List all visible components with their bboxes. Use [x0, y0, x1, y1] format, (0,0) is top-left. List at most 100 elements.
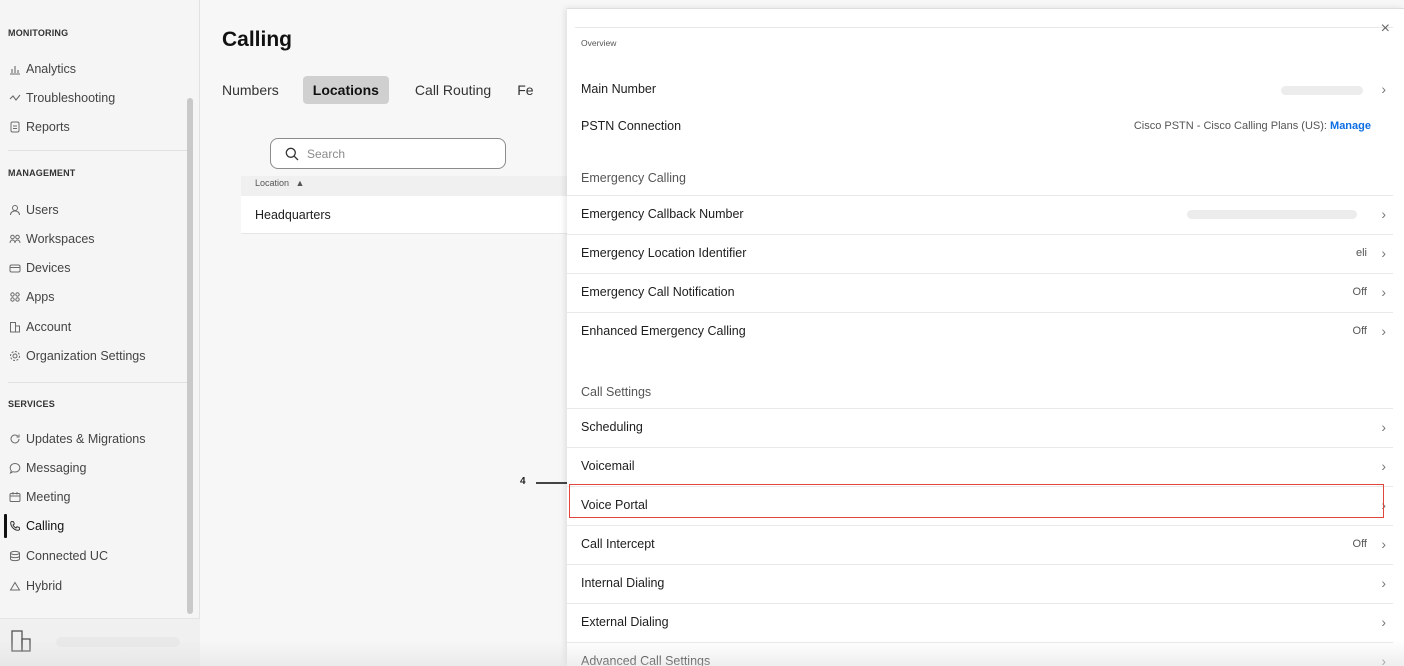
search-box [270, 138, 506, 169]
connected-uc-icon [8, 549, 22, 563]
row-emergency-callback-number[interactable]: Emergency Callback Number › [567, 195, 1393, 233]
chevron-right-icon: › [1381, 575, 1386, 591]
sidebar-item-account[interactable]: Account [8, 316, 71, 338]
sidebar: MONITORING Analytics Troubleshooting Rep… [0, 0, 200, 666]
sidebar-item-updates-migrations[interactable]: Updates & Migrations [8, 428, 146, 450]
chevron-right-icon: › [1381, 419, 1386, 435]
chevron-right-icon: › [1381, 245, 1386, 261]
building-icon [10, 629, 32, 658]
row-emergency-location-identifier[interactable]: Emergency Location Identifier eli › [567, 234, 1393, 272]
messaging-icon [8, 461, 22, 475]
sidebar-item-label: Reports [26, 120, 70, 134]
chevron-right-icon: › [1381, 497, 1386, 513]
sidebar-item-devices[interactable]: Devices [8, 257, 70, 279]
sidebar-item-reports[interactable]: Reports [8, 116, 70, 138]
sidebar-item-calling[interactable]: Calling [8, 515, 64, 537]
row-internal-dialing[interactable]: Internal Dialing › [567, 564, 1393, 602]
sidebar-scrollbar[interactable] [187, 98, 193, 614]
tab-numbers[interactable]: Numbers [222, 76, 279, 104]
sidebar-item-hybrid[interactable]: Hybrid [8, 575, 62, 597]
row-external-dialing[interactable]: External Dialing › [567, 603, 1393, 641]
row-label: External Dialing [581, 615, 669, 629]
chevron-right-icon: › [1381, 653, 1386, 666]
table-header[interactable]: Location ▲ [241, 176, 570, 196]
reports-icon [8, 120, 22, 134]
callout-line [536, 482, 568, 484]
row-scheduling[interactable]: Scheduling › [567, 408, 1393, 446]
sidebar-item-label: Apps [26, 290, 55, 304]
manage-link[interactable]: Manage [1330, 120, 1371, 132]
chevron-right-icon: › [1381, 458, 1386, 474]
sidebar-item-label: Troubleshooting [26, 91, 116, 105]
devices-icon [8, 261, 22, 275]
row-label: Enhanced Emergency Calling [581, 324, 746, 338]
sidebar-item-label: Account [26, 320, 72, 334]
sidebar-item-workspaces[interactable]: Workspaces [8, 228, 95, 250]
chevron-right-icon: › [1381, 206, 1386, 222]
chevron-right-icon: › [1381, 284, 1386, 300]
row-value: eli [1355, 247, 1367, 259]
callback-number-redacted [1187, 210, 1357, 219]
row-value: Off [1352, 538, 1367, 550]
sort-icon: ▲ [295, 178, 305, 188]
sidebar-item-analytics[interactable]: Analytics [8, 58, 76, 80]
sidebar-item-connected-uc[interactable]: Connected UC [8, 545, 108, 567]
row-label: Call Intercept [581, 537, 655, 551]
chevron-right-icon: › [1381, 614, 1386, 630]
sidebar-item-label: Connected UC [26, 549, 108, 563]
sidebar-item-label: Organization Settings [26, 349, 146, 363]
row-label: Main Number [581, 82, 657, 96]
tab-features[interactable]: Fe [517, 76, 533, 104]
sidebar-item-label: Users [26, 203, 59, 217]
sidebar-item-label: Workspaces [26, 232, 95, 246]
sidebar-divider [8, 382, 190, 383]
sidebar-item-messaging[interactable]: Messaging [8, 457, 86, 479]
row-value: Off [1352, 325, 1367, 337]
account-icon [8, 320, 22, 334]
call-settings-heading: Call Settings [581, 385, 652, 399]
sidebar-item-label: Devices [26, 261, 71, 275]
analytics-icon [8, 62, 22, 76]
phone-icon [8, 519, 22, 533]
section-heading-services: SERVICES [8, 399, 55, 409]
section-heading-monitoring: MONITORING [8, 28, 69, 38]
row-voicemail[interactable]: Voicemail › [567, 447, 1393, 485]
sidebar-item-label: Calling [26, 519, 65, 533]
section-heading-management: MANAGEMENT [8, 168, 76, 178]
sidebar-item-users[interactable]: Users [8, 199, 59, 221]
tab-call-routing[interactable]: Call Routing [415, 76, 491, 104]
sidebar-divider [8, 150, 190, 151]
overview-label: Overview [581, 38, 617, 48]
sidebar-item-meeting[interactable]: Meeting [8, 486, 70, 508]
row-label: Internal Dialing [581, 576, 665, 590]
main-content: Calling Numbers Locations Call Routing F… [200, 0, 570, 666]
sidebar-item-label: Messaging [26, 461, 87, 475]
column-header-location: Location [255, 178, 290, 188]
search-input[interactable] [307, 146, 487, 161]
table-row[interactable]: Headquarters [241, 196, 570, 234]
sidebar-item-apps[interactable]: Apps [8, 286, 55, 308]
emergency-calling-heading: Emergency Calling [581, 171, 686, 185]
org-name-redacted [56, 637, 180, 647]
apps-icon [8, 290, 22, 304]
tab-bar: Numbers Locations Call Routing Fe [222, 76, 560, 104]
search-icon [285, 147, 299, 161]
org-switcher[interactable] [0, 618, 200, 666]
close-icon[interactable]: × [1381, 21, 1390, 37]
row-emergency-call-notification[interactable]: Emergency Call Notification Off › [567, 273, 1393, 311]
pstn-value: Cisco PSTN - Cisco Calling Plans (US): M… [1134, 120, 1371, 132]
row-advanced-call-settings[interactable]: Advanced Call Settings › [567, 642, 1393, 666]
tab-locations[interactable]: Locations [302, 76, 389, 104]
sidebar-item-troubleshooting[interactable]: Troubleshooting [8, 87, 115, 109]
row-value: Off [1352, 286, 1367, 298]
sidebar-item-organization-settings[interactable]: Organization Settings [8, 345, 146, 367]
chevron-right-icon: › [1381, 323, 1386, 339]
row-label: Emergency Callback Number [581, 207, 744, 221]
row-call-intercept[interactable]: Call Intercept Off › [567, 525, 1393, 563]
row-enhanced-emergency-calling[interactable]: Enhanced Emergency Calling Off › [567, 312, 1393, 350]
meeting-icon [8, 490, 22, 504]
row-main-number[interactable]: Main Number › [567, 71, 1393, 109]
page-title: Calling [222, 28, 293, 51]
updates-icon [8, 432, 22, 446]
row-voice-portal[interactable]: Voice Portal › [567, 486, 1393, 524]
